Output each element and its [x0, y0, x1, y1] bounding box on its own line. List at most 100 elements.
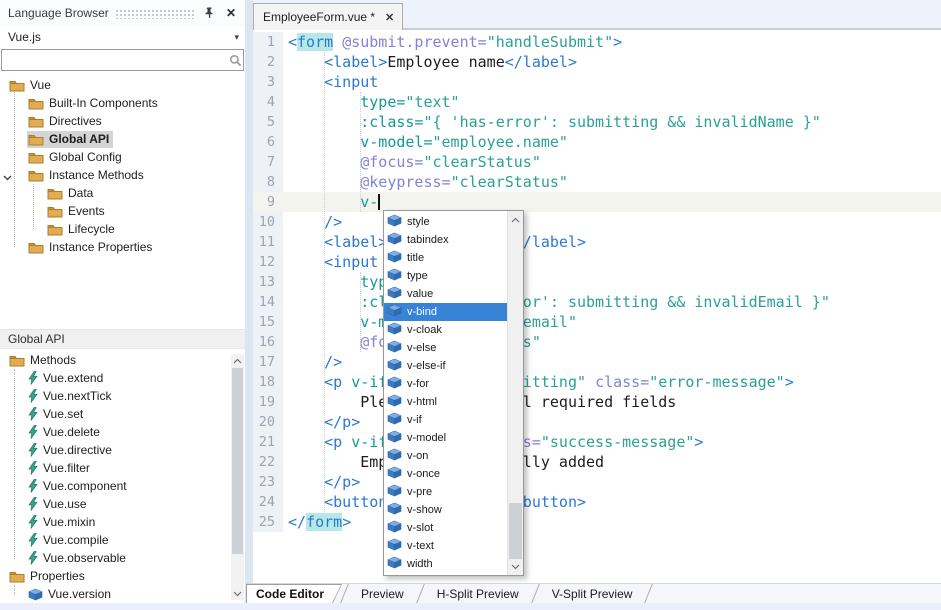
tree-item-data[interactable]: Data	[0, 184, 245, 202]
code-line-16[interactable]: 16 @focus="clearStatus"	[253, 332, 941, 352]
completion-item-v-once[interactable]: v-once	[384, 465, 507, 483]
scrollbar-thumb[interactable]	[232, 368, 243, 554]
code-line-24[interactable]: 24 <button>Add Employee</button>	[253, 492, 941, 512]
tree-item-vue-filter[interactable]: Vue.filter	[0, 459, 245, 477]
tree-item-directives[interactable]: Directives	[0, 112, 245, 130]
search-input[interactable]	[2, 51, 227, 69]
tree-item-instance-properties[interactable]: Instance Properties	[0, 238, 245, 256]
completion-item-title[interactable]: title	[384, 249, 507, 267]
code-line-text[interactable]: <label>Employee name</label>	[283, 52, 577, 72]
code-line-text[interactable]: />	[283, 352, 342, 372]
code-line-text[interactable]: @focus="clearStatus"	[283, 152, 541, 172]
completion-item-v-for[interactable]: v-for	[384, 375, 507, 393]
autocomplete-scrollbar[interactable]	[507, 211, 523, 575]
completion-item-type[interactable]: type	[384, 267, 507, 285]
code-line-19[interactable]: 19 Please fill out all required fields	[253, 392, 941, 412]
code-line-8[interactable]: 8 @keypress="clearStatus"	[253, 172, 941, 192]
code-line-4[interactable]: 4 type="text"	[253, 92, 941, 112]
code-line-text[interactable]: </form>	[283, 512, 351, 532]
code-line-6[interactable]: 6 v-model="employee.name"	[253, 132, 941, 152]
code-line-20[interactable]: 20 </p>	[253, 412, 941, 432]
completion-item-v-text[interactable]: v-text	[384, 537, 507, 555]
completion-item-tabindex[interactable]: tabindex	[384, 231, 507, 249]
tree-item-properties[interactable]: Properties	[0, 567, 245, 585]
code-line-text[interactable]: </p>	[283, 472, 360, 492]
view-tab-preview[interactable]: Preview	[347, 584, 418, 603]
tree-item-vue-delete[interactable]: Vue.delete	[0, 423, 245, 441]
scrollbar-thumb[interactable]	[509, 503, 522, 559]
code-line-22[interactable]: 22 Employee successfully added	[253, 452, 941, 472]
code-line-14[interactable]: 14 :class="{ 'has-error': submitting && …	[253, 292, 941, 312]
code-line-text[interactable]: <p v-if="error && submitting" class="err…	[283, 372, 794, 392]
tab-close-icon[interactable]: ✕	[385, 11, 394, 24]
expander-chevron-icon[interactable]	[3, 170, 12, 184]
completion-item-v-else[interactable]: v-else	[384, 339, 507, 357]
scroll-down-icon[interactable]	[508, 559, 523, 574]
completion-item-width[interactable]: width	[384, 555, 507, 573]
view-tab-v-split-preview[interactable]: V-Split Preview	[538, 584, 647, 603]
tree-item-global-api[interactable]: Global API	[0, 130, 245, 148]
language-select[interactable]: Vue.js ▾	[0, 26, 245, 48]
code-line-3[interactable]: 3 <input	[253, 72, 941, 92]
completion-item-v-model[interactable]: v-model	[384, 429, 507, 447]
tree-item-vue-extend[interactable]: Vue.extend	[0, 369, 245, 387]
tree-item-vue-set[interactable]: Vue.set	[0, 405, 245, 423]
code-line-15[interactable]: 15 v-model="employee.email"	[253, 312, 941, 332]
drag-handle-dots[interactable]	[115, 9, 195, 19]
completion-item-style[interactable]: style	[384, 213, 507, 231]
tree-item-vue-observable[interactable]: Vue.observable	[0, 549, 245, 567]
code-line-text[interactable]: v-model="employee.name"	[283, 132, 568, 152]
code-line-text[interactable]: :class="{ 'has-error': submitting && inv…	[283, 292, 830, 312]
tree-item-lifecycle[interactable]: Lifecycle	[0, 220, 245, 238]
code-line-text[interactable]: :class="{ 'has-error': submitting && inv…	[283, 112, 821, 132]
code-line-17[interactable]: 17 />	[253, 352, 941, 372]
tree-item-events[interactable]: Events	[0, 202, 245, 220]
tree-item-vue-directive[interactable]: Vue.directive	[0, 441, 245, 459]
code-line-text[interactable]: </p>	[283, 412, 360, 432]
code-line-2[interactable]: 2 <label>Employee name</label>	[253, 52, 941, 72]
panel-splitter[interactable]	[245, 0, 253, 603]
tree-item-instance-methods[interactable]: Instance Methods	[0, 166, 245, 184]
tree-item-vue-mixin[interactable]: Vue.mixin	[0, 513, 245, 531]
code-line-13[interactable]: 13 type="text"	[253, 272, 941, 292]
code-line-23[interactable]: 23 </p>	[253, 472, 941, 492]
tree-scrollbar[interactable]	[231, 354, 244, 600]
completion-item-v-else-if[interactable]: v-else-if	[384, 357, 507, 375]
tree-item-vue-use[interactable]: Vue.use	[0, 495, 245, 513]
completion-item-v-on[interactable]: v-on	[384, 447, 507, 465]
view-tab-h-split-preview[interactable]: H-Split Preview	[423, 584, 533, 603]
completion-item-v-bind[interactable]: v-bind	[384, 303, 507, 321]
close-icon[interactable]: ✕	[223, 5, 239, 21]
view-tab-code-editor[interactable]: Code Editor	[246, 584, 342, 603]
tree-item-vue-compile[interactable]: Vue.compile	[0, 531, 245, 549]
tree-item-global-config[interactable]: Global Config	[0, 148, 245, 166]
code-line-text[interactable]: v-	[283, 192, 380, 212]
code-line-1[interactable]: 1<form @submit.prevent="handleSubmit">	[253, 32, 941, 52]
completion-item-v-show[interactable]: v-show	[384, 501, 507, 519]
code-line-5[interactable]: 5 :class="{ 'has-error': submitting && i…	[253, 112, 941, 132]
code-line-text[interactable]: @keypress="clearStatus"	[283, 172, 568, 192]
completion-item-v-pre[interactable]: v-pre	[384, 483, 507, 501]
editor-body[interactable]: 1<form @submit.prevent="handleSubmit">2 …	[253, 30, 941, 583]
pin-icon[interactable]	[201, 5, 217, 21]
code-line-text[interactable]: <input	[283, 72, 378, 92]
code-line-text[interactable]: <input	[283, 252, 378, 272]
code-line-25[interactable]: 25</form>	[253, 512, 941, 532]
completion-item-v-html[interactable]: v-html	[384, 393, 507, 411]
completion-item-v-slot[interactable]: v-slot	[384, 519, 507, 537]
code-line-9[interactable]: 9 v-	[253, 192, 941, 212]
tree-item-vue[interactable]: Vue	[0, 76, 245, 94]
scroll-up-icon[interactable]	[231, 354, 244, 367]
code-line-12[interactable]: 12 <input	[253, 252, 941, 272]
code-line-11[interactable]: 11 <label>Employee email</label>	[253, 232, 941, 252]
code-line-text[interactable]: />	[283, 212, 342, 232]
tree-item-vue-nexttick[interactable]: Vue.nextTick	[0, 387, 245, 405]
scroll-down-icon[interactable]	[231, 587, 244, 600]
tree-item-methods[interactable]: Methods	[0, 351, 245, 369]
completion-item-v-cloak[interactable]: v-cloak	[384, 321, 507, 339]
tree-item-vue-version[interactable]: Vue.version	[0, 585, 245, 601]
code-line-21[interactable]: 21 <p v-if="success" class="success-mess…	[253, 432, 941, 452]
document-tab[interactable]: EmployeeForm.vue * ✕	[253, 3, 403, 30]
tree-item-vue-component[interactable]: Vue.component	[0, 477, 245, 495]
code-line-7[interactable]: 7 @focus="clearStatus"	[253, 152, 941, 172]
